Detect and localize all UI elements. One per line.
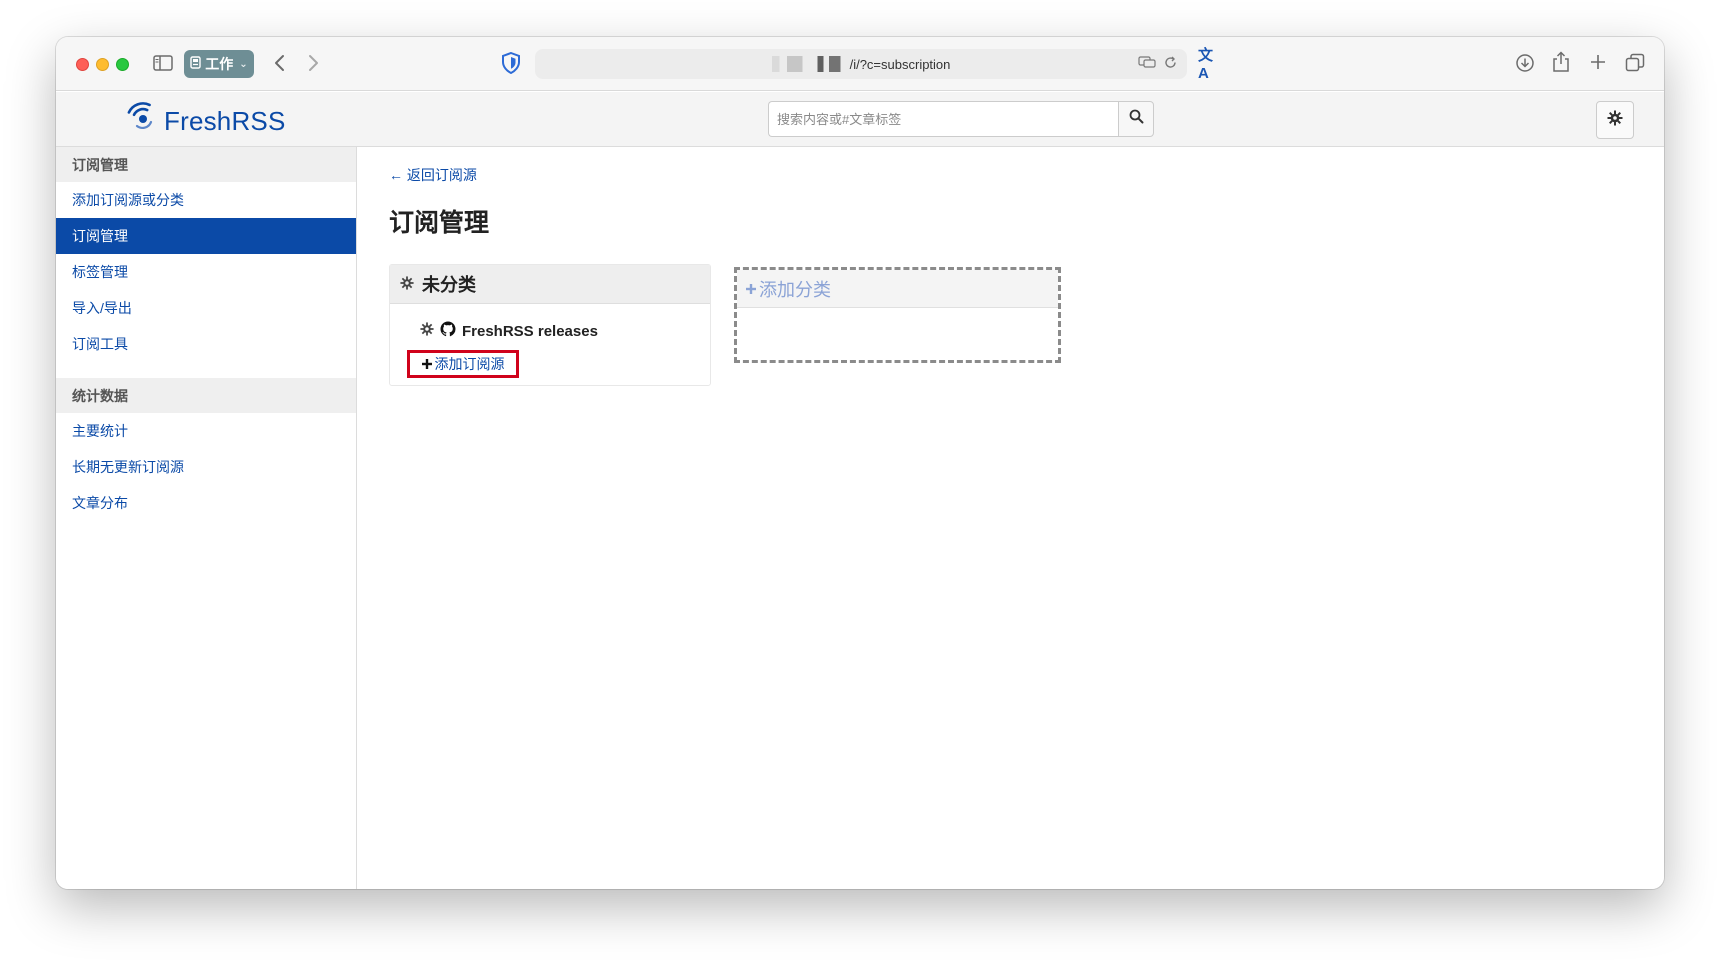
privacy-shield-icon[interactable] [500, 51, 522, 75]
sidebar-item-article-distribution[interactable]: 文章分布 [56, 485, 356, 521]
gear-icon [1607, 110, 1623, 131]
sidebar-item-import-export[interactable]: 导入/导出 [56, 290, 356, 326]
sidebar: 订阅管理 添加订阅源或分类 订阅管理 标签管理 导入/导出 订阅工具 统计数据 … [56, 147, 357, 889]
sidebar-item-main-stats[interactable]: 主要统计 [56, 413, 356, 449]
tab-overview-icon[interactable] [1624, 52, 1646, 74]
page-title: 订阅管理 [389, 209, 490, 237]
downloads-icon[interactable] [1514, 52, 1536, 74]
back-icon[interactable] [269, 51, 289, 75]
profile-label: 工作 [205, 56, 234, 72]
settings-button[interactable] [1596, 101, 1634, 139]
search-icon [1129, 109, 1144, 129]
feed-item: FreshRSS releases [420, 321, 598, 341]
feed-gear-icon[interactable] [420, 322, 434, 340]
plus-icon [746, 278, 756, 299]
reload-icon[interactable] [1164, 56, 1177, 72]
feed-name[interactable]: FreshRSS releases [462, 323, 598, 340]
category-gear-icon[interactable] [400, 274, 414, 295]
minimize-window-button[interactable] [96, 58, 109, 71]
sidebar-item-add-feed[interactable]: 添加订阅源或分类 [56, 182, 356, 218]
close-window-button[interactable] [76, 58, 89, 71]
reader-translate-icon[interactable] [1138, 56, 1156, 72]
add-category-header[interactable]: 添加分类 [737, 270, 1058, 308]
sidebar-toggle-icon[interactable] [152, 54, 174, 72]
chevron-down-icon: ⌄ [239, 58, 248, 70]
freshrss-logo[interactable]: FreshRSS [126, 102, 286, 141]
sidebar-group-statistics: 统计数据 [56, 378, 356, 413]
sidebar-group-subscription: 订阅管理 [56, 147, 356, 182]
category-box: 未分类 FreshRSS releases 添加订阅源 [389, 264, 711, 386]
github-icon [440, 321, 456, 341]
add-feed-button[interactable]: 添加订阅源 [407, 350, 519, 378]
address-bar[interactable]: /i/?c=subscription [535, 49, 1187, 79]
category-name: 未分类 [422, 275, 476, 295]
browser-window: 工作 ⌄ /i/?c=subscription 文A FreshRSS 搜索内容… [56, 37, 1664, 889]
app-header: FreshRSS [56, 92, 1664, 147]
browser-toolbar: 工作 ⌄ /i/?c=subscription 文A [56, 37, 1664, 91]
add-category-label: 添加分类 [759, 279, 831, 300]
sidebar-item-idle-feeds[interactable]: 长期无更新订阅源 [56, 449, 356, 485]
profile-badge-icon [190, 56, 201, 72]
sidebar-item-tag-management[interactable]: 标签管理 [56, 254, 356, 290]
rss-logo-icon [126, 102, 160, 141]
search-input[interactable] [768, 101, 1118, 137]
add-category-box[interactable]: 添加分类 [734, 267, 1061, 363]
add-feed-label: 添加订阅源 [434, 356, 505, 372]
profile-switcher[interactable]: 工作 ⌄ [184, 50, 254, 78]
search-form [768, 101, 1154, 137]
new-tab-icon[interactable] [1588, 50, 1608, 74]
sidebar-item-subscription-tools[interactable]: 订阅工具 [56, 326, 356, 362]
back-to-feeds-link[interactable]: ← 返回订阅源 [389, 165, 477, 185]
sidebar-item-subscription-management[interactable]: 订阅管理 [56, 218, 356, 254]
main-content: ← 返回订阅源 订阅管理 未分类 FreshRSS releases 添加订阅源… [357, 147, 1664, 889]
plus-icon [421, 356, 432, 372]
search-button[interactable] [1118, 101, 1154, 137]
url-redacted-host [771, 56, 848, 72]
category-header: 未分类 [390, 265, 710, 304]
zoom-window-button[interactable] [116, 58, 129, 71]
logo-text: FreshRSS [164, 106, 286, 136]
url-text: /i/?c=subscription [849, 56, 951, 72]
translate-icon[interactable]: 文A [1198, 47, 1220, 82]
share-icon[interactable] [1551, 50, 1571, 74]
forward-icon[interactable] [304, 51, 324, 75]
